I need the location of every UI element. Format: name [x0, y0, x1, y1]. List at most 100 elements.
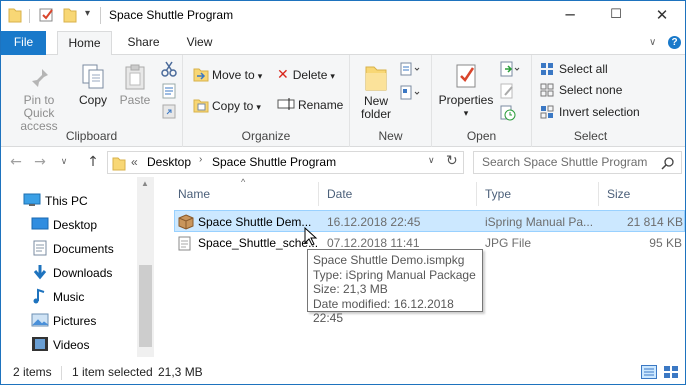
- minimize-button[interactable]: ─: [547, 1, 593, 30]
- easy-access-icon[interactable]: [400, 85, 422, 101]
- nav-item-label: Music: [53, 290, 85, 304]
- column-header-date[interactable]: Date: [319, 182, 477, 206]
- title-bar: ▾ Space Shuttle Program ─ ☐ ✕: [1, 1, 685, 31]
- dropdown-arrow-icon: ▾: [257, 71, 263, 81]
- copy-button[interactable]: Copy: [75, 63, 111, 107]
- status-divider: [61, 366, 62, 380]
- invert-selection-button[interactable]: Invert selection: [540, 102, 640, 122]
- nav-item-this-pc[interactable]: This PC: [23, 189, 88, 213]
- nav-pane-scrollbar[interactable]: ▲: [137, 177, 154, 357]
- scroll-up-icon[interactable]: ▲: [141, 179, 149, 188]
- pin-icon: [30, 69, 48, 89]
- delete-button[interactable]: ✕ Delete ▾: [277, 65, 335, 85]
- window-title: Space Shuttle Program: [109, 8, 234, 22]
- forward-button[interactable]: →: [31, 153, 49, 171]
- dropdown-arrow-icon: ▾: [463, 108, 469, 118]
- mouse-pointer-icon: [304, 227, 318, 246]
- search-box[interactable]: Search Space Shuttle Program: [473, 151, 682, 174]
- rename-label: Rename: [298, 98, 344, 112]
- tab-home[interactable]: Home: [57, 31, 112, 56]
- documents-icon: [33, 240, 47, 256]
- select-none-button[interactable]: Select none: [540, 80, 622, 100]
- clipboard-icon: [125, 64, 145, 90]
- overflow-crumbs[interactable]: «: [131, 155, 138, 169]
- back-arrow-icon: ←: [10, 154, 22, 170]
- pictures-icon: [31, 313, 49, 327]
- tooltip-type: Type: iSpring Manual Package: [313, 267, 476, 282]
- nav-item-label: This PC: [45, 194, 88, 208]
- new-folder-label: New folder: [360, 94, 392, 121]
- copy-path-icon[interactable]: [161, 83, 177, 99]
- select-group-label: Select: [573, 129, 608, 143]
- column-header-size[interactable]: Size: [599, 182, 685, 206]
- copy-icon: [82, 64, 104, 89]
- edit-icon[interactable]: [500, 83, 516, 99]
- rename-button[interactable]: Rename: [277, 95, 343, 115]
- move-to-icon: [193, 68, 209, 82]
- organize-group: Move to ▾ Copy to ▾ ✕ Delete ▾ Rename Organi…: [183, 55, 350, 147]
- properties-button[interactable]: Properties ▾: [436, 63, 496, 120]
- history-icon[interactable]: [500, 105, 516, 121]
- videos-icon: [32, 337, 48, 351]
- collapse-ribbon-icon[interactable]: ∨: [649, 37, 656, 48]
- nav-item-downloads[interactable]: Downloads: [31, 261, 112, 285]
- pc-icon: [23, 193, 41, 206]
- close-button[interactable]: ✕: [639, 1, 685, 30]
- address-dropdown-icon[interactable]: ∨: [428, 155, 435, 166]
- paste-label: Paste: [119, 93, 151, 107]
- column-header-name[interactable]: Name: [170, 182, 319, 206]
- up-button[interactable]: ↑: [84, 153, 102, 171]
- move-to-button[interactable]: Move to ▾: [193, 65, 262, 85]
- invert-selection-label: Invert selection: [559, 105, 640, 119]
- properties-check-icon[interactable]: [39, 7, 55, 23]
- pin-label: Pin to Quick access: [20, 93, 58, 133]
- recent-locations-button[interactable]: ∨: [55, 153, 73, 171]
- nav-item-music[interactable]: Music: [31, 285, 84, 309]
- nav-item-desktop[interactable]: Desktop: [31, 213, 97, 237]
- large-icons-view-icon[interactable]: [663, 365, 679, 379]
- cut-icon[interactable]: [161, 61, 177, 77]
- select-all-button[interactable]: Select all: [540, 59, 608, 79]
- nav-item-documents[interactable]: Documents: [31, 237, 114, 261]
- new-folder-button[interactable]: New folder: [356, 63, 396, 121]
- file-row-selected[interactable]: Space Shuttle Dem... 16.12.2018 22:45 iS…: [174, 210, 685, 232]
- refresh-icon[interactable]: ↻: [446, 153, 458, 169]
- new-folder-icon[interactable]: [63, 7, 77, 23]
- selection-count: 1 item selected: [72, 365, 153, 379]
- details-view-icon[interactable]: [641, 365, 657, 379]
- properties-label: Properties: [438, 93, 494, 107]
- paste-shortcut-icon[interactable]: [161, 103, 177, 119]
- breadcrumb-desktop[interactable]: Desktop: [147, 155, 191, 169]
- back-button[interactable]: ←: [7, 153, 25, 171]
- help-icon[interactable]: ?: [668, 36, 681, 49]
- clipboard-group: Pin to Quick access Copy Paste Clipboard: [1, 55, 183, 147]
- file-name: Space_Shuttle_sche...: [198, 236, 319, 250]
- image-file-icon: [178, 236, 191, 251]
- column-header-type[interactable]: Type: [477, 182, 599, 206]
- tab-view[interactable]: View: [177, 31, 222, 55]
- breadcrumb-separator-icon[interactable]: ›: [199, 154, 202, 165]
- paste-button[interactable]: Paste: [117, 63, 153, 107]
- tab-file[interactable]: File: [1, 31, 46, 55]
- tab-share[interactable]: Share: [121, 31, 166, 55]
- open-group-label: Open: [466, 129, 497, 143]
- scrollbar-thumb[interactable]: [139, 265, 152, 347]
- file-size: 95 KB: [649, 236, 682, 250]
- file-tooltip: Space Shuttle Demo.ismpkg Type: iSpring …: [307, 249, 483, 325]
- maximize-button[interactable]: ☐: [593, 1, 639, 30]
- pin-quick-access-button[interactable]: Pin to Quick access: [5, 63, 73, 133]
- folder-icon: [8, 8, 22, 23]
- package-icon: [178, 214, 194, 230]
- delete-label: Delete: [292, 68, 328, 82]
- nav-item-videos[interactable]: Videos: [31, 333, 89, 357]
- nav-item-pictures[interactable]: Pictures: [31, 309, 96, 333]
- open-icon[interactable]: [500, 61, 522, 77]
- customize-toolbar-icon[interactable]: ▾: [85, 8, 90, 19]
- tooltip-size: Size: 21,3 MB: [313, 282, 388, 296]
- file-size: 21 814 KB: [626, 215, 683, 229]
- new-item-icon[interactable]: [400, 61, 422, 77]
- breadcrumb-current[interactable]: Space Shuttle Program: [212, 155, 336, 169]
- copy-to-button[interactable]: Copy to ▾: [193, 96, 261, 116]
- address-bar[interactable]: « Desktop › Space Shuttle Program ∨ ↻: [107, 151, 464, 174]
- chevron-down-icon: ∨: [60, 157, 68, 167]
